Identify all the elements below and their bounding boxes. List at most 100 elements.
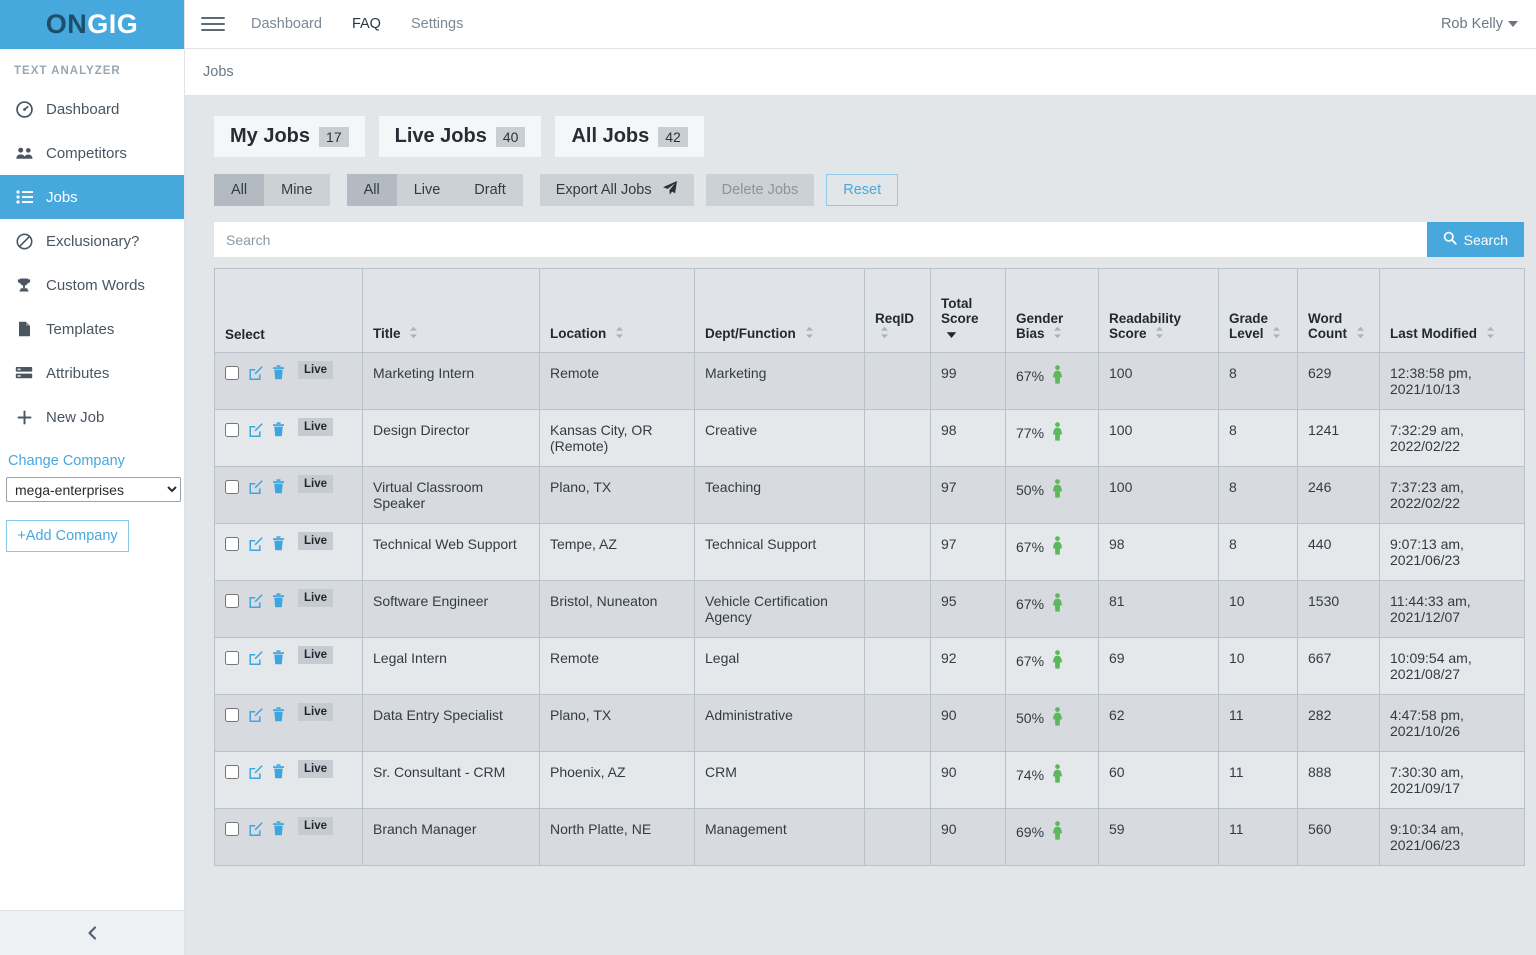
female-figure-icon	[1050, 479, 1065, 501]
col-location[interactable]: Location	[540, 269, 695, 353]
trash-icon[interactable]	[272, 479, 285, 494]
col-reqid[interactable]: ReqID	[865, 269, 931, 353]
search-input[interactable]	[214, 222, 1427, 257]
table-header-row: Select Title Location	[215, 269, 1525, 353]
edit-pencil-icon[interactable]	[248, 422, 263, 437]
cell-title[interactable]: Data Entry Specialist	[363, 695, 540, 752]
sidebar-item-dashboard[interactable]: Dashboard	[0, 87, 184, 131]
row-select-checkbox[interactable]	[225, 594, 239, 608]
col-last-modified[interactable]: Last Modified	[1380, 269, 1525, 353]
row-select-checkbox[interactable]	[225, 651, 239, 665]
trash-icon[interactable]	[272, 650, 285, 665]
tab-live-jobs[interactable]: Live Jobs 40	[379, 116, 542, 157]
sidebar-item-custom-words[interactable]: Custom Words	[0, 263, 184, 307]
search-button[interactable]: Search	[1427, 222, 1524, 257]
tab-label: All Jobs	[571, 125, 649, 148]
trash-icon[interactable]	[272, 707, 285, 722]
top-nav-item-settings[interactable]: Settings	[411, 16, 463, 32]
plus-icon	[14, 409, 34, 426]
sidebar-item-competitors[interactable]: Competitors	[0, 131, 184, 175]
sidebar-item-exclusionary[interactable]: Exclusionary?	[0, 219, 184, 263]
sidebar-item-jobs[interactable]: Jobs	[0, 175, 184, 219]
table-row: LiveVirtual Classroom SpeakerPlano, TXTe…	[215, 467, 1525, 524]
cell-title[interactable]: Sr. Consultant - CRM	[363, 752, 540, 809]
row-select-checkbox[interactable]	[225, 822, 239, 836]
trash-icon[interactable]	[272, 536, 285, 551]
jobs-table-head: Select Title Location	[215, 269, 1525, 353]
row-select-checkbox[interactable]	[225, 708, 239, 722]
edit-pencil-icon[interactable]	[248, 479, 263, 494]
brand-logo[interactable]: ONGIG	[0, 0, 184, 49]
col-dept-function[interactable]: Dept/Function	[695, 269, 865, 353]
female-figure-icon	[1050, 764, 1065, 786]
cell-total-score: 90	[931, 752, 1006, 809]
cell-title[interactable]: Software Engineer	[363, 581, 540, 638]
cell-title[interactable]: Marketing Intern	[363, 353, 540, 410]
row-select-checkbox[interactable]	[225, 480, 239, 494]
export-all-jobs-button[interactable]: Export All Jobs	[540, 174, 694, 206]
top-nav-item-faq[interactable]: FAQ	[352, 16, 381, 32]
col-readability-score[interactable]: Readability Score	[1099, 269, 1219, 353]
edit-pencil-icon[interactable]	[248, 536, 263, 551]
cell-title[interactable]: Design Director	[363, 410, 540, 467]
col-gender-bias[interactable]: Gender Bias	[1006, 269, 1099, 353]
sidebar-collapse-button[interactable]	[0, 910, 184, 955]
gender-bias-value: 67%	[1016, 368, 1044, 384]
sidebar-item-attributes[interactable]: Attributes	[0, 351, 184, 395]
change-company-link[interactable]: Change Company	[0, 439, 184, 477]
row-select-checkbox[interactable]	[225, 537, 239, 551]
row-select-checkbox[interactable]	[225, 423, 239, 437]
trash-icon[interactable]	[272, 821, 285, 836]
hamburger-icon[interactable]	[201, 13, 225, 35]
edit-pencil-icon[interactable]	[248, 593, 263, 608]
user-menu[interactable]: Rob Kelly	[1441, 16, 1518, 32]
cell-dept-function: Teaching	[695, 467, 865, 524]
trash-icon[interactable]	[272, 365, 285, 380]
top-nav-item-dashboard[interactable]: Dashboard	[251, 16, 322, 32]
tab-count-badge: 42	[658, 127, 688, 147]
cell-location: Plano, TX	[540, 467, 695, 524]
sidebar-item-new-job[interactable]: New Job	[0, 395, 184, 439]
cell-title[interactable]: Branch Manager	[363, 809, 540, 866]
row-select-checkbox[interactable]	[225, 366, 239, 380]
col-word-count[interactable]: Word Count	[1298, 269, 1380, 353]
filter-owner-mine[interactable]: Mine	[264, 174, 329, 206]
col-title[interactable]: Title	[363, 269, 540, 353]
filter-status-draft[interactable]: Draft	[457, 174, 522, 206]
reset-button[interactable]: Reset	[826, 174, 898, 206]
edit-pencil-icon[interactable]	[248, 821, 263, 836]
female-figure-icon	[1050, 422, 1065, 444]
add-company-button[interactable]: +Add Company	[6, 520, 129, 552]
cell-word-count: 629	[1298, 353, 1380, 410]
tab-all-jobs[interactable]: All Jobs 42	[555, 116, 703, 157]
edit-pencil-icon[interactable]	[248, 707, 263, 722]
cell-title[interactable]: Legal Intern	[363, 638, 540, 695]
trash-icon[interactable]	[272, 593, 285, 608]
cell-total-score: 98	[931, 410, 1006, 467]
delete-jobs-button[interactable]: Delete Jobs	[706, 174, 815, 206]
trash-icon[interactable]	[272, 422, 285, 437]
col-total-score[interactable]: Total Score	[931, 269, 1006, 353]
edit-pencil-icon[interactable]	[248, 365, 263, 380]
cell-readability-score: 100	[1099, 467, 1219, 524]
cell-gender-bias: 67%	[1006, 638, 1099, 695]
col-grade-level[interactable]: Grade Level	[1219, 269, 1298, 353]
filter-owner-all[interactable]: All	[214, 174, 264, 206]
cell-title[interactable]: Technical Web Support	[363, 524, 540, 581]
tab-my-jobs[interactable]: My Jobs 17	[214, 116, 365, 157]
edit-pencil-icon[interactable]	[248, 764, 263, 779]
cell-gender-bias: 67%	[1006, 353, 1099, 410]
filter-status-live[interactable]: Live	[397, 174, 458, 206]
cell-title[interactable]: Virtual Classroom Speaker	[363, 467, 540, 524]
sort-none-icon	[1053, 326, 1062, 342]
gender-bias-value: 77%	[1016, 425, 1044, 441]
sidebar-item-templates[interactable]: Templates	[0, 307, 184, 351]
female-figure-icon	[1050, 650, 1065, 672]
trash-icon[interactable]	[272, 764, 285, 779]
filter-status-all[interactable]: All	[347, 174, 397, 206]
row-select-checkbox[interactable]	[225, 765, 239, 779]
company-select[interactable]: mega-enterprises	[6, 477, 181, 502]
edit-pencil-icon[interactable]	[248, 650, 263, 665]
status-badge: Live	[298, 703, 333, 721]
cell-reqid	[865, 809, 931, 866]
